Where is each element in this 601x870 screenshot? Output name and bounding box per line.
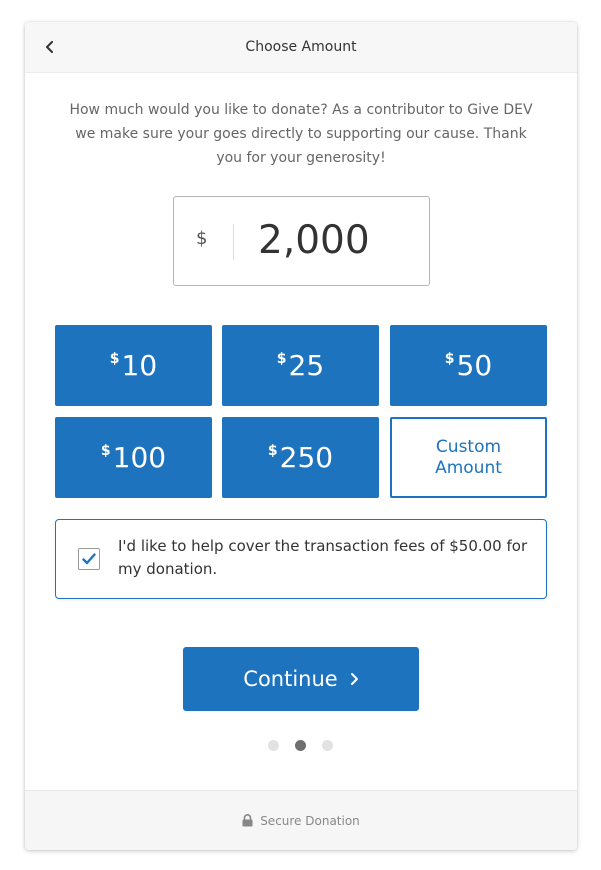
- preset-amount: 100: [112, 441, 167, 474]
- secure-donation-label: Secure Donation: [260, 813, 360, 828]
- step-dot: [268, 740, 279, 751]
- preset-amount: 10: [121, 349, 158, 382]
- custom-amount-button[interactable]: Custom Amount: [390, 417, 547, 498]
- checkmark-icon: [82, 553, 96, 565]
- preset-button-10[interactable]: $ 10: [55, 325, 212, 406]
- currency-symbol: $: [196, 228, 208, 249]
- step-indicator: [268, 740, 334, 752]
- preset-currency: $: [276, 351, 287, 367]
- intro-text: How much would you like to donate? As a …: [69, 102, 533, 166]
- preset-currency: $: [109, 351, 120, 367]
- lock-icon: [242, 814, 253, 827]
- preset-button-100[interactable]: $ 100: [55, 417, 212, 498]
- cover-fees-label: I'd like to help cover the transaction f…: [118, 537, 528, 578]
- preset-currency: $: [267, 443, 278, 459]
- preset-amount: 250: [279, 441, 334, 474]
- continue-label: Continue: [243, 667, 338, 691]
- preset-button-25[interactable]: $ 25: [222, 325, 379, 406]
- preset-currency: $: [444, 351, 455, 367]
- preset-button-50[interactable]: $ 50: [390, 325, 547, 406]
- step-dot: [322, 740, 333, 751]
- cover-fees-option[interactable]: I'd like to help cover the transaction f…: [55, 519, 547, 599]
- preset-amount: 25: [288, 349, 325, 382]
- chevron-right-icon: [350, 673, 358, 685]
- amount-input[interactable]: $ 2,000: [173, 196, 430, 286]
- amount-value: 2,000: [258, 218, 370, 263]
- donation-card: Choose Amount How much would you like to…: [25, 22, 577, 850]
- footer: Secure Donation: [25, 790, 577, 850]
- amount-divider: [233, 224, 234, 260]
- step-dot-active: [295, 740, 306, 751]
- cover-fees-checkbox[interactable]: [78, 548, 100, 570]
- preset-button-250[interactable]: $ 250: [222, 417, 379, 498]
- preset-currency: $: [100, 443, 111, 459]
- page-title: Choose Amount: [245, 39, 357, 55]
- continue-button[interactable]: Continue: [183, 647, 419, 711]
- header: Choose Amount: [25, 22, 577, 73]
- preset-amount: 50: [456, 349, 493, 382]
